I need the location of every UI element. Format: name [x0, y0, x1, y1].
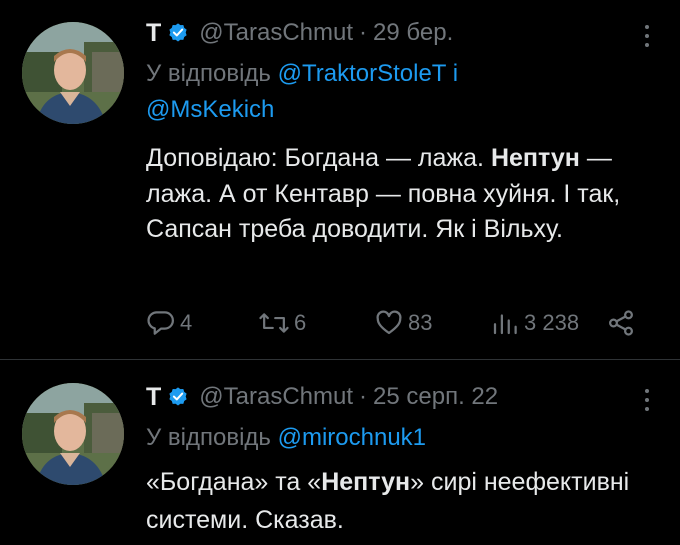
divider [0, 359, 680, 360]
tweet-text-bold: Нептун [321, 468, 411, 496]
tweet-text-part: «Богдана» та « [146, 468, 322, 496]
tweet-text-bold: Нептун [490, 144, 580, 172]
mention-link[interactable]: @TraktorStoleT [278, 60, 446, 87]
more-options-icon[interactable] [644, 389, 650, 413]
verified-badge-icon [169, 23, 187, 42]
like-button[interactable]: 83 [374, 305, 432, 341]
reply-count: 4 [180, 310, 193, 335]
tweet-text: «Богдана» та «Нептун» сирі неефективні с… [146, 463, 656, 539]
tweet-text-part: Доповідаю: Богдана — лажа. [146, 144, 491, 172]
separator-dot: · [359, 383, 368, 410]
mention-link[interactable]: @MsKekich [146, 96, 274, 123]
tweet[interactable]: T @TarasChmut · 29 бер. У відповідь @Tra… [0, 0, 680, 360]
reply-prefix: У відповідь [146, 424, 271, 451]
separator-dot: · [359, 19, 368, 46]
verified-badge-icon [169, 387, 187, 406]
tweet-date[interactable]: 25 серп. 22 [373, 382, 498, 412]
retweet-count: 6 [294, 310, 307, 335]
retweet-icon [259, 313, 289, 333]
tweet-date[interactable]: 29 бер. [373, 18, 453, 48]
tweet-actions: 4 6 83 3 238 [146, 305, 646, 341]
author-name[interactable]: T [146, 382, 161, 412]
tweet[interactable]: T @TarasChmut · 25 серп. 22 У відповідь … [0, 362, 680, 545]
author-name[interactable]: T [146, 18, 161, 48]
tweet-header: T @TarasChmut · 25 серп. 22 [146, 382, 498, 412]
like-icon [376, 310, 402, 335]
views-icon [493, 314, 517, 335]
mention-link[interactable]: @mirochnuk1 [278, 424, 426, 451]
reply-context: У відповідь @TraktorStoleT і @MsKekich [146, 56, 646, 128]
avatar[interactable] [22, 22, 124, 124]
views-button[interactable]: 3 238 [490, 305, 579, 341]
reply-context: У відповідь @mirochnuk1 [146, 420, 646, 456]
tweet-header: T @TarasChmut · 29 бер. [146, 18, 453, 48]
share-button[interactable] [606, 305, 636, 341]
reply-button[interactable]: 4 [146, 305, 192, 341]
tweet-text: Доповідаю: Богдана — лажа. Нептун — лажа… [146, 141, 656, 248]
reply-prefix: У відповідь [146, 60, 271, 87]
share-icon [608, 310, 634, 336]
retweet-button[interactable]: 6 [258, 305, 306, 341]
views-count: 3 238 [524, 310, 580, 335]
author-handle[interactable]: @TarasChmut [199, 18, 353, 48]
reply-icon [147, 311, 174, 335]
avatar[interactable] [22, 383, 124, 485]
like-count: 83 [408, 310, 433, 335]
more-options-icon[interactable] [644, 25, 650, 49]
reply-joiner: і [452, 60, 459, 87]
author-handle[interactable]: @TarasChmut [199, 382, 353, 412]
